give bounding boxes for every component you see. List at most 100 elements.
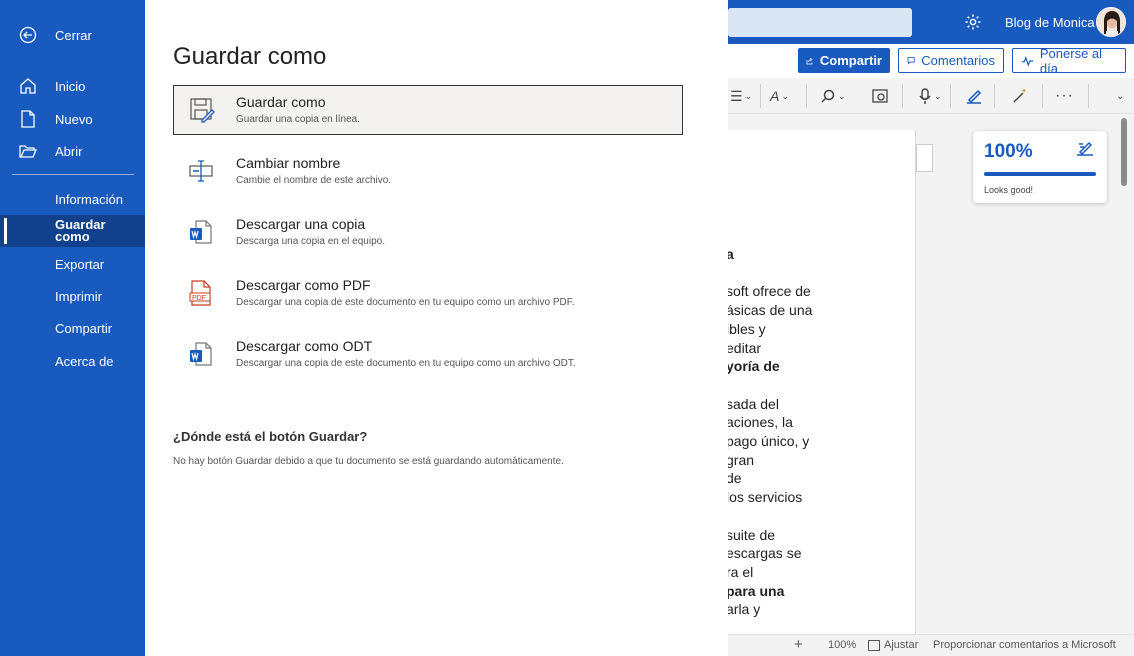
option-download-odt[interactable]: Descargar como ODT Descargar una copia d… bbox=[173, 330, 683, 380]
editor-score-card[interactable]: 100% Looks good! bbox=[973, 131, 1107, 203]
doc-line: a bbox=[728, 245, 915, 264]
fit-icon bbox=[868, 640, 880, 651]
designer-wand-icon[interactable] bbox=[1012, 86, 1028, 106]
option-description: Descargar una copia de este documento en… bbox=[236, 297, 575, 308]
rename-icon bbox=[187, 157, 215, 185]
share-button[interactable]: Compartir bbox=[798, 48, 890, 73]
nav-export[interactable]: Exportar bbox=[0, 253, 145, 275]
word-document-icon bbox=[187, 218, 215, 246]
nav-info-label: Información bbox=[55, 191, 123, 207]
nav-save-as-label: Guardar como bbox=[55, 217, 106, 244]
nav-info[interactable]: Información bbox=[0, 188, 145, 210]
catch-up-button[interactable]: Ponerse al día bbox=[1012, 45, 1126, 76]
status-bar: + 100% Ajustar Proporcionar comentarios … bbox=[728, 634, 1134, 656]
dictate-icon[interactable]: ⌄ bbox=[918, 86, 942, 106]
nav-home[interactable]: Inicio bbox=[0, 75, 145, 97]
find-icon[interactable]: ⌄ bbox=[820, 86, 846, 106]
comment-icon bbox=[907, 56, 915, 65]
bullets-chevron-icon[interactable]: ☰ ⌄ bbox=[730, 86, 752, 106]
toolbar-divider bbox=[760, 84, 761, 108]
folder-open-icon bbox=[19, 142, 37, 160]
option-rename[interactable]: Cambiar nombre Cambie el nombre de este … bbox=[173, 147, 683, 197]
scrollbar-thumb[interactable] bbox=[1121, 118, 1127, 186]
doc-line: ásicas de una bbox=[728, 302, 813, 319]
share-icon bbox=[806, 57, 813, 64]
option-title: Guardar como bbox=[236, 94, 326, 110]
nav-new-label: Nuevo bbox=[55, 111, 93, 127]
backstage-content: Guardar como Guardar como Guardar una co… bbox=[145, 0, 728, 656]
editor-score-bar bbox=[984, 172, 1096, 176]
more-options-icon[interactable]: ··· bbox=[1055, 86, 1074, 106]
nav-save-as[interactable]: Guardar como bbox=[0, 215, 145, 247]
nav-print-label: Imprimir bbox=[55, 288, 102, 304]
doc-line: pago único, y bbox=[728, 433, 810, 450]
fit-button[interactable]: Ajustar bbox=[884, 639, 918, 651]
nav-print[interactable]: Imprimir bbox=[0, 285, 145, 307]
backstage-nav: Cerrar Inicio Nuevo Abrir Información Gu… bbox=[0, 0, 145, 656]
activity-icon bbox=[1021, 55, 1034, 67]
feedback-link[interactable]: Proporcionar comentarios a Microsoft bbox=[933, 639, 1116, 651]
reuse-files-icon[interactable] bbox=[872, 86, 889, 106]
toolbar-divider bbox=[1042, 84, 1043, 108]
user-name[interactable]: Blog de Monica bbox=[1005, 15, 1095, 30]
editor-pen-icon bbox=[1075, 139, 1095, 162]
ribbon-collapse-chevron-icon[interactable]: ⌄ bbox=[1116, 86, 1124, 106]
pdf-icon: PDF bbox=[187, 279, 215, 307]
nav-new[interactable]: Nuevo bbox=[0, 108, 145, 130]
nav-about-label: Acerca de bbox=[55, 353, 114, 369]
home-icon bbox=[19, 77, 37, 95]
option-title: Cambiar nombre bbox=[236, 155, 341, 171]
nav-open-label: Abrir bbox=[55, 143, 83, 159]
option-save-as[interactable]: Guardar como Guardar una copia en línea. bbox=[173, 85, 683, 135]
doc-line: yoría de bbox=[728, 358, 780, 375]
where-save-text: No hay botón Guardar debido a que tu doc… bbox=[173, 456, 564, 467]
doc-line: de bbox=[728, 470, 742, 487]
option-download-copy[interactable]: Descargar una copia Descarga una copia e… bbox=[173, 208, 683, 258]
document-page[interactable]: a soft ofrece de ásicas de una ibles y e… bbox=[728, 130, 916, 640]
doc-line: escargas se bbox=[728, 545, 802, 562]
nav-share[interactable]: Compartir bbox=[0, 317, 145, 339]
doc-line: aciones, la bbox=[728, 414, 793, 431]
vertical-scrollbar[interactable] bbox=[1119, 114, 1134, 634]
doc-line: gran bbox=[728, 451, 755, 468]
option-title: Descargar una copia bbox=[236, 216, 366, 232]
search-box[interactable] bbox=[728, 8, 912, 37]
doc-line bbox=[728, 264, 915, 283]
styles-icon[interactable]: A ⌄ bbox=[770, 86, 789, 106]
comments-button-label: Comentarios bbox=[921, 53, 995, 68]
comments-button[interactable]: Comentarios bbox=[898, 48, 1004, 73]
svg-text:PDF: PDF bbox=[192, 295, 206, 302]
doc-line: arla y bbox=[728, 601, 761, 618]
nav-close[interactable]: Cerrar bbox=[0, 24, 145, 46]
avatar[interactable] bbox=[1096, 7, 1126, 37]
doc-line: suite de bbox=[728, 526, 776, 543]
doc-line bbox=[728, 507, 915, 526]
doc-line: soft ofrece de bbox=[728, 283, 811, 300]
option-description: Guardar una copia en línea. bbox=[236, 114, 360, 125]
page-title: Guardar como bbox=[173, 43, 327, 70]
where-save-heading: ¿Dónde está el botón Guardar? bbox=[173, 429, 368, 444]
settings-gear-icon[interactable] bbox=[962, 11, 984, 33]
doc-line: los servicios bbox=[728, 489, 803, 506]
option-download-pdf[interactable]: PDF Descargar como PDF Descargar una cop… bbox=[173, 269, 683, 319]
nav-close-label: Cerrar bbox=[55, 27, 92, 43]
zoom-level[interactable]: 100% bbox=[828, 639, 856, 651]
nav-open[interactable]: Abrir bbox=[0, 140, 145, 162]
editor-status: Looks good! bbox=[984, 185, 1034, 195]
nav-divider bbox=[12, 174, 134, 175]
toolbar-divider bbox=[902, 84, 903, 108]
option-title: Descargar como PDF bbox=[236, 277, 371, 293]
doc-line: ibles y bbox=[728, 320, 766, 337]
margin-box bbox=[916, 144, 933, 172]
zoom-in-icon[interactable]: + bbox=[794, 636, 803, 653]
share-button-label: Compartir bbox=[819, 53, 882, 68]
doc-spacer bbox=[728, 130, 915, 245]
word-document-icon bbox=[187, 340, 215, 368]
option-description: Descargar una copia de este documento en… bbox=[236, 358, 576, 369]
save-as-icon bbox=[188, 96, 216, 124]
toolbar-divider bbox=[1088, 84, 1089, 108]
catch-up-button-label: Ponerse al día bbox=[1039, 45, 1103, 76]
nav-about[interactable]: Acerca de bbox=[0, 350, 145, 372]
nav-export-label: Exportar bbox=[55, 256, 105, 272]
editor-pen-icon[interactable] bbox=[965, 86, 983, 106]
